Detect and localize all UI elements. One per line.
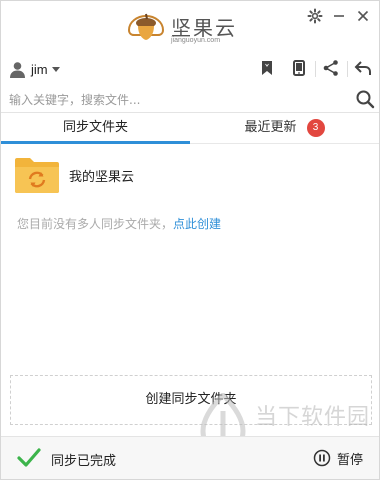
tab-bar: 同步文件夹 最近更新 3 [1, 114, 379, 144]
minus-icon[interactable] [331, 8, 347, 24]
bookmark-icon[interactable] [257, 58, 277, 78]
pause-button[interactable]: 暂停 [313, 447, 363, 469]
user-icon [10, 61, 25, 78]
pause-label: 暂停 [337, 452, 364, 468]
title-bar[interactable]: 坚果云 jianguoyun.com [1, 1, 379, 51]
check-icon [17, 448, 41, 467]
app-logo: 坚果云 jianguoyun.com [125, 10, 255, 44]
create-button-label: 创建同步文件夹 [145, 392, 237, 407]
sync-status-text: 同步已完成 [51, 454, 117, 469]
empty-shared-message: 您目前没有多人同步文件夹，点此创建 [17, 215, 221, 232]
status-bar: 同步已完成 暂停 [1, 436, 379, 479]
search-icon[interactable] [355, 89, 375, 109]
share-icon[interactable] [321, 58, 341, 78]
tablet-icon[interactable] [289, 58, 309, 78]
tab-label: 最近更新 [244, 120, 297, 135]
back-arrow-icon[interactable] [353, 58, 373, 78]
tab-sync-folders[interactable]: 同步文件夹 [1, 114, 190, 144]
chevron-down-icon [51, 66, 60, 72]
empty-message-text: 您目前没有多人同步文件夹， [17, 217, 174, 231]
search-input[interactable] [9, 89, 349, 111]
tab-recent-updates[interactable]: 最近更新 3 [190, 114, 379, 144]
active-tab-indicator [1, 141, 190, 144]
folder-item[interactable]: 我的坚果云 [13, 153, 367, 197]
app-window: 坚果云 jianguoyun.com jim 输入关键字，搜索文件... 同步文… [0, 0, 380, 480]
toolbar-divider [315, 61, 316, 77]
create-sync-folder-button[interactable]: 创建同步文件夹 [10, 375, 372, 425]
close-icon[interactable] [355, 8, 371, 24]
create-shared-link[interactable]: 点此创建 [173, 217, 221, 231]
user-menu[interactable]: jim [9, 59, 60, 79]
tab-label: 同步文件夹 [62, 120, 128, 135]
folder-name: 我的坚果云 [69, 169, 135, 185]
sync-folder-icon [15, 158, 59, 193]
search-bar [1, 87, 379, 113]
gear-icon[interactable] [307, 8, 323, 24]
count-badge: 3 [306, 119, 325, 137]
nut-logo-icon [127, 13, 165, 40]
app-url: jianguoyun.com [171, 37, 221, 44]
user-toolbar: jim [1, 53, 379, 85]
pause-icon [313, 449, 331, 467]
toolbar-divider [347, 61, 348, 77]
user-name: jim [31, 61, 48, 77]
